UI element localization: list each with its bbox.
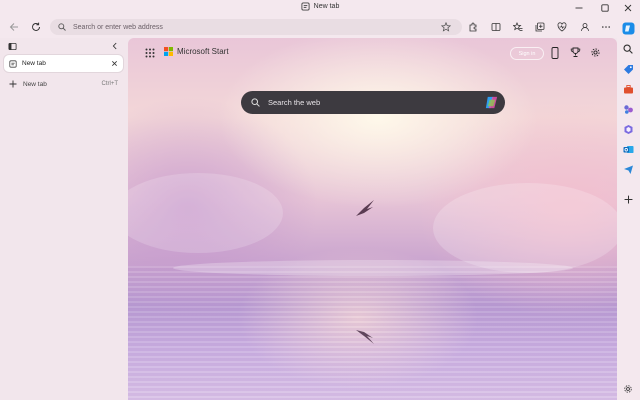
- sign-in-button[interactable]: Sign in: [510, 47, 544, 60]
- copilot-sidebar-icon[interactable]: [621, 21, 635, 35]
- new-tab-button[interactable]: New tab Ctrl+T: [4, 77, 123, 91]
- profile-icon[interactable]: [578, 20, 592, 34]
- sidebar-settings-gear-icon[interactable]: [621, 382, 635, 396]
- address-placeholder: Search or enter web address: [73, 23, 163, 31]
- more-options-icon[interactable]: [599, 20, 613, 34]
- microsoft-logo-icon: [164, 47, 173, 56]
- search-icon: [58, 23, 66, 31]
- window-title-text: New tab: [313, 3, 340, 10]
- tab-label: New tab: [22, 60, 46, 67]
- add-sidebar-app-plus-icon[interactable]: [621, 192, 635, 206]
- collections-icon[interactable]: [533, 20, 547, 34]
- back-button[interactable]: [7, 20, 21, 34]
- new-tab-page: Microsoft Start Sign in Search the web: [128, 38, 617, 400]
- new-tab-label: New tab: [23, 80, 47, 88]
- rewards-trophy-icon[interactable]: [570, 47, 581, 58]
- brand-label: Microsoft Start: [177, 47, 229, 56]
- minimize-button[interactable]: [567, 0, 591, 16]
- plus-icon: [9, 80, 17, 88]
- search-placeholder: Search the web: [268, 98, 321, 107]
- tools-briefcase-icon[interactable]: [621, 82, 635, 96]
- microsoft-start-brand[interactable]: Microsoft Start: [164, 47, 229, 56]
- maximize-button[interactable]: [593, 0, 617, 16]
- tab-new-tab[interactable]: New tab: [4, 55, 123, 72]
- games-icon[interactable]: [621, 102, 635, 116]
- newtab-page-icon: [9, 59, 17, 68]
- extensions-icon[interactable]: [466, 20, 480, 34]
- favorites-icon[interactable]: [511, 20, 525, 34]
- page-settings-gear-icon[interactable]: [590, 47, 601, 58]
- new-tab-shortcut: Ctrl+T: [101, 81, 119, 87]
- outlook-icon[interactable]: [621, 142, 635, 156]
- web-search-box[interactable]: Search the web: [241, 91, 505, 114]
- refresh-button[interactable]: [29, 20, 43, 34]
- newtab-page-icon: [301, 2, 310, 11]
- drop-send-icon[interactable]: [621, 162, 635, 176]
- close-window-button[interactable]: [616, 0, 640, 16]
- shopping-tag-icon[interactable]: [621, 62, 635, 76]
- vertical-tabs-pane: [0, 38, 128, 400]
- window-title: New tab: [0, 2, 640, 11]
- add-favorite-star-icon[interactable]: [439, 20, 453, 34]
- split-screen-icon[interactable]: [489, 20, 503, 34]
- collapse-pane-chevron-icon[interactable]: [108, 39, 122, 53]
- browser-essentials-icon[interactable]: [555, 20, 569, 34]
- app-launcher-icon[interactable]: [145, 48, 155, 58]
- tab-actions-icon[interactable]: [5, 39, 19, 53]
- close-tab-icon[interactable]: [111, 60, 118, 67]
- copilot-icon[interactable]: [484, 95, 499, 110]
- microsoft-365-icon[interactable]: [621, 122, 635, 136]
- mobile-device-icon[interactable]: [551, 47, 559, 59]
- search-icon: [251, 98, 260, 107]
- search-sidebar-icon[interactable]: [621, 42, 635, 56]
- address-bar[interactable]: Search or enter web address: [50, 19, 462, 35]
